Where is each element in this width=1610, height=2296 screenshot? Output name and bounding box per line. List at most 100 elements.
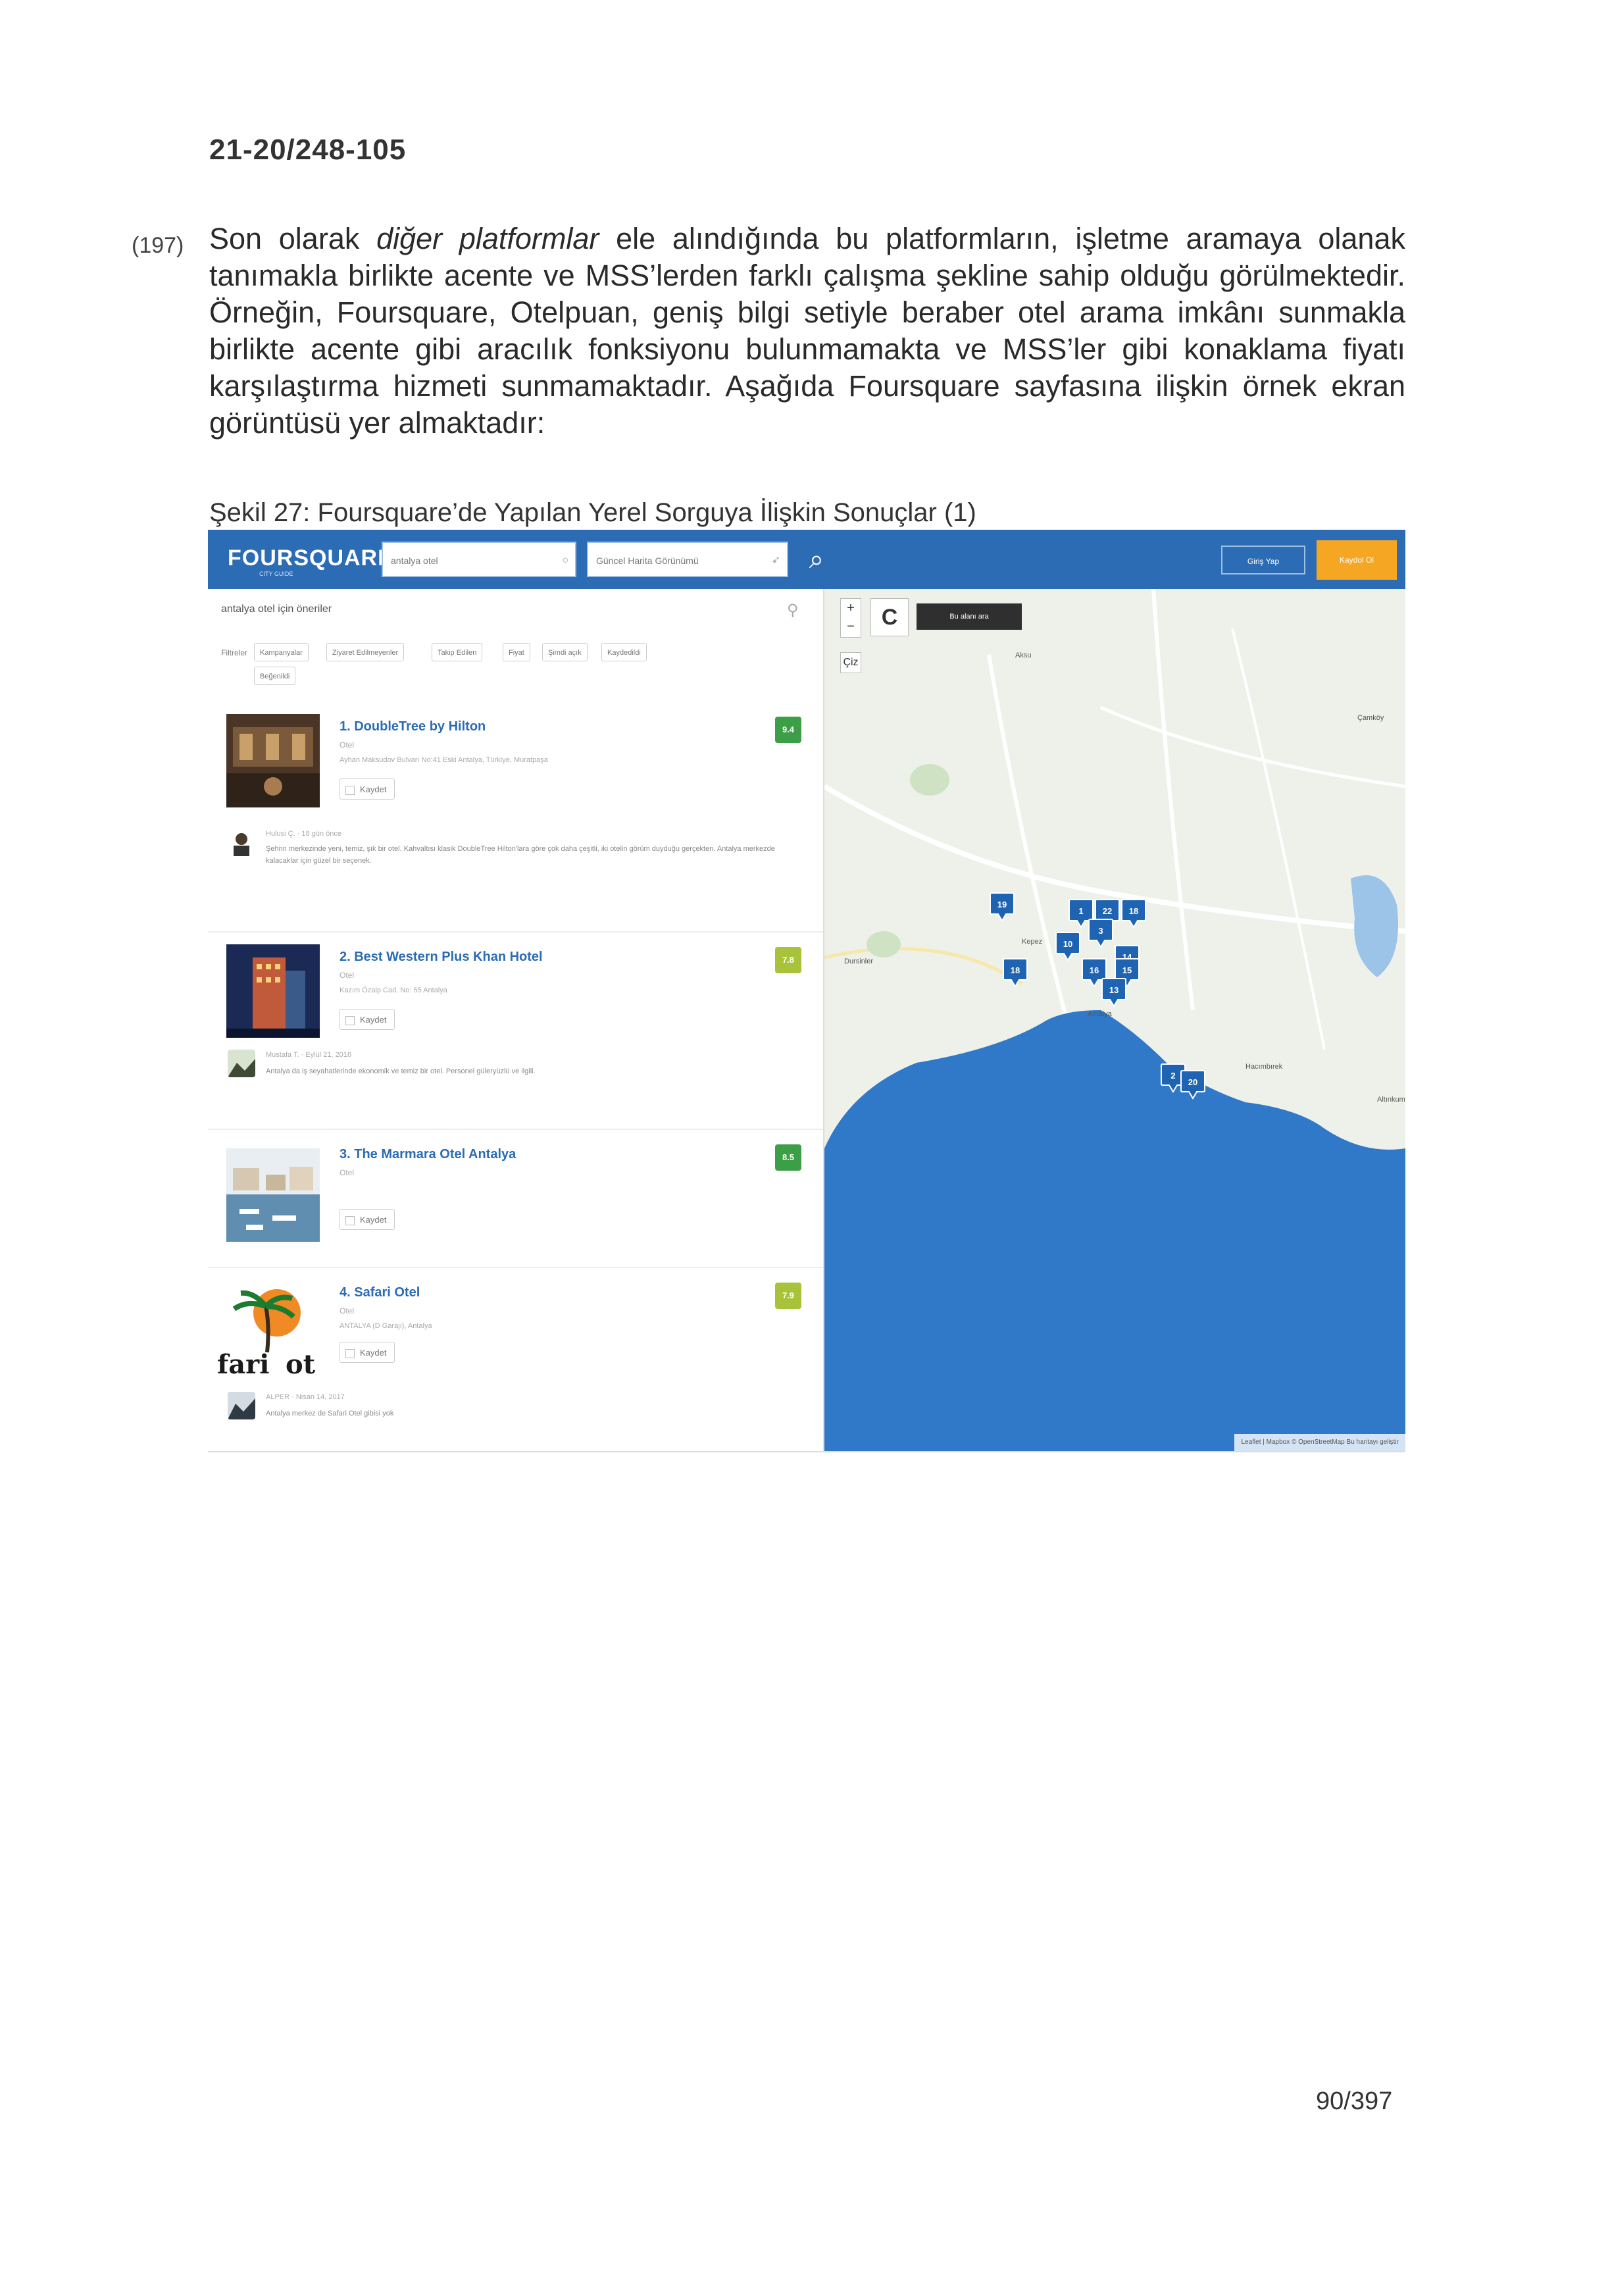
checkbox-icon (345, 785, 355, 795)
tip-text: Şehrin merkezinde yeni, temiz, şık bir o… (266, 845, 775, 865)
save-button[interactable]: Kaydet (340, 778, 395, 800)
paragraph-197: (197) Son olarak diğer platformlar ele al… (132, 220, 1405, 442)
venue-score: 9.4 (775, 717, 801, 743)
hotel-building-photo (226, 944, 320, 1038)
map-pin[interactable]: 20 (1180, 1069, 1206, 1100)
filters-label: Filtreler (221, 648, 248, 657)
map-canvas[interactable] (824, 589, 1405, 1451)
venue-title[interactable]: 2. Best Western Plus Khan Hotel (340, 950, 543, 965)
zoom-control[interactable]: + − (840, 598, 861, 638)
venue-score: 7.9 (775, 1283, 801, 1309)
filter-chip[interactable]: Kampanyalar (254, 643, 309, 661)
search-area-tooltip[interactable]: Bu alanı ara (917, 603, 1022, 630)
map-label: Hacımbırek (1245, 1063, 1283, 1071)
map-label: Dursinler (844, 957, 874, 965)
svg-text:20: 20 (1188, 1077, 1197, 1087)
user-avatar[interactable] (228, 1392, 255, 1419)
save-label: Kaydet (360, 784, 387, 794)
map-pin[interactable]: 10 (1055, 931, 1081, 961)
foursquare-logo[interactable]: FOURSQUARE (228, 546, 393, 571)
checkbox-icon (345, 1348, 355, 1358)
save-button[interactable]: Kaydet (340, 1342, 395, 1363)
venue-address: ANTALYA (D Garajı), Antalya (340, 1322, 432, 1330)
link-icon[interactable]: ⚲ (787, 601, 799, 620)
map-panel[interactable]: + − C Bu alanı ara Çiz Aksu Kepez Antalya… (824, 589, 1405, 1451)
venue-card[interactable]: 3. The Marmara Otel Antalya Otel Kaydet … (208, 1135, 823, 1267)
svg-text:ot: ot (286, 1349, 316, 1379)
map-label: Antalya (1088, 1010, 1112, 1018)
hotel-marina-photo (226, 1148, 320, 1242)
filter-chip[interactable]: Şimdi açık (542, 643, 588, 661)
map-label: Altınkum (1377, 1096, 1405, 1104)
svg-text:2: 2 (1170, 1071, 1175, 1081)
svg-text:22: 22 (1103, 906, 1112, 916)
save-label: Kaydet (360, 1015, 387, 1025)
location-query: Güncel Harita Görünümü (596, 555, 699, 566)
map-pin[interactable]: 18 (1002, 957, 1028, 988)
page-number: 90/397 (1316, 2087, 1393, 2115)
hotel-lobby-photo (226, 714, 320, 807)
location-arrow-icon[interactable]: ➶ (772, 543, 780, 578)
venue-category: Otel (340, 740, 355, 750)
search-query: antalya otel (391, 555, 438, 566)
map-attribution[interactable]: Leaflet | Mapbox © OpenStreetMap Bu hari… (1234, 1434, 1405, 1451)
svg-text:13: 13 (1109, 985, 1119, 995)
zoom-in-icon[interactable]: + (847, 601, 855, 615)
svg-text:3: 3 (1098, 926, 1103, 936)
map-pin[interactable]: 19 (989, 892, 1015, 922)
map-label: Aksu (1015, 651, 1032, 659)
map-pin[interactable]: 13 (1101, 977, 1127, 1008)
venue-category: Otel (340, 1306, 355, 1315)
svg-text:1: 1 (1078, 906, 1083, 916)
top-bar: FOURSQUARE CITY GUIDE antalya otel ○ Gün… (208, 530, 1405, 589)
save-button[interactable]: Kaydet (340, 1009, 395, 1030)
venue-address: Ayhan Maksudov Bulvarı No:41 Eski Antaly… (340, 756, 548, 764)
draw-button[interactable]: Çiz (840, 652, 861, 673)
svg-text:18: 18 (1011, 965, 1020, 975)
map-label: Çamköy (1357, 714, 1384, 722)
clear-icon[interactable]: ○ (562, 543, 568, 578)
filter-chip[interactable]: Fiyat (503, 643, 530, 661)
svg-text:15: 15 (1122, 965, 1132, 975)
venue-score: 8.5 (775, 1144, 801, 1171)
map-pin[interactable]: 3 (1088, 918, 1114, 948)
search-input[interactable]: antalya otel ○ (382, 542, 576, 577)
venue-card[interactable]: fari ot 4. Safari Otel Otel ANTALYA (D G… (208, 1273, 823, 1444)
save-button[interactable]: Kaydet (340, 1209, 395, 1230)
safari-otel-logo: fari ot (214, 1280, 320, 1379)
signup-button[interactable]: Kaydol Ol (1317, 540, 1397, 580)
logo-subtitle: CITY GUIDE (259, 571, 293, 577)
login-button[interactable]: Giriş Yap (1221, 546, 1305, 574)
paragraph-italic: diğer platformlar (376, 222, 599, 255)
location-input[interactable]: Güncel Harita Görünümü ➶ (587, 542, 788, 577)
checkbox-icon (345, 1215, 355, 1225)
zoom-out-icon[interactable]: − (847, 619, 855, 634)
venue-card[interactable]: 1. DoubleTree by Hilton Otel Ayhan Maksu… (208, 707, 823, 931)
venue-category: Otel (340, 971, 355, 980)
results-panel: antalya otel için öneriler ⚲ Filtreler K… (208, 589, 824, 1451)
search-icon[interactable]: ⌕ (800, 543, 833, 576)
divider (208, 1129, 823, 1130)
map-label: Kepez (1022, 938, 1043, 946)
filter-chip[interactable]: Beğenildi (254, 667, 296, 685)
refresh-icon[interactable]: C (870, 598, 909, 636)
venue-title[interactable]: 3. The Marmara Otel Antalya (340, 1147, 516, 1162)
venue-title[interactable]: 4. Safari Otel (340, 1285, 420, 1300)
svg-text:19: 19 (997, 900, 1007, 909)
venue-card[interactable]: 2. Best Western Plus Khan Hotel Otel Kaz… (208, 938, 823, 1129)
figure-caption: Şekil 27: Foursquare’de Yapılan Yerel So… (209, 498, 976, 527)
venue-title[interactable]: 1. DoubleTree by Hilton (340, 719, 486, 734)
svg-text:10: 10 (1063, 939, 1072, 949)
map-pin[interactable]: 18 (1120, 898, 1147, 929)
filter-chip[interactable]: Takip Edilen (432, 643, 483, 661)
venue-category: Otel (340, 1168, 355, 1177)
tip-meta: Hulusi Ç. · 18 gün önce (266, 830, 341, 838)
user-avatar[interactable] (228, 1050, 255, 1077)
venue-address: Kazım Özalp Cad. No: 55 Antalya (340, 986, 447, 994)
filter-chip[interactable]: Kaydedildi (601, 643, 647, 661)
svg-text:16: 16 (1090, 965, 1099, 975)
tip-text: Antalya merkez de Safari Otel gibisi yok (266, 1410, 394, 1417)
filter-chip[interactable]: Ziyaret Edilmeyenler (326, 643, 405, 661)
foursquare-screenshot: FOURSQUARE CITY GUIDE antalya otel ○ Gün… (208, 530, 1405, 1452)
user-avatar[interactable] (228, 830, 255, 857)
